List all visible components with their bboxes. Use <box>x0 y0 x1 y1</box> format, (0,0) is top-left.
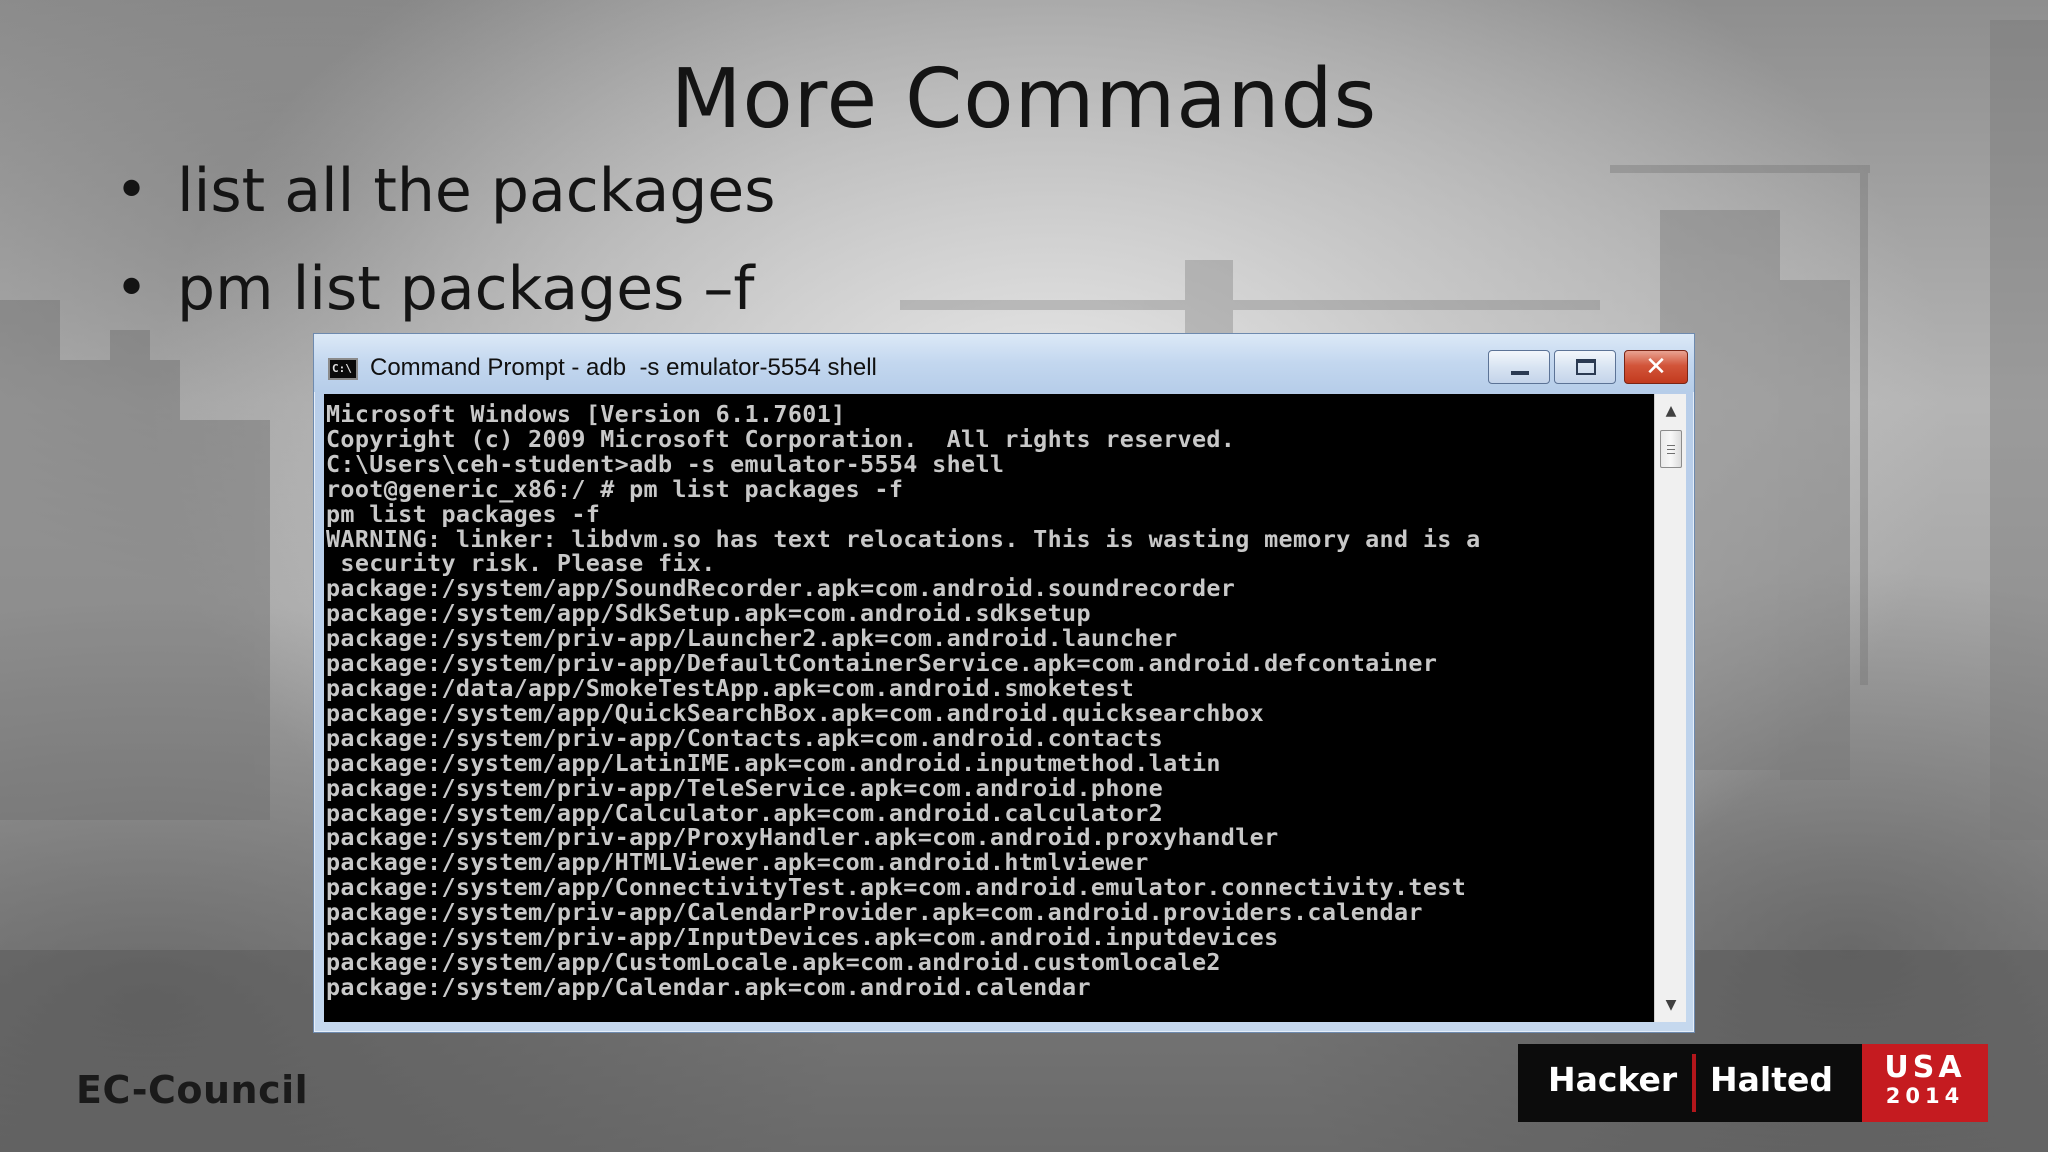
thumb-grip <box>1667 445 1675 446</box>
command-prompt-icon: C:\ <box>328 358 358 380</box>
close-icon: ✕ <box>1645 352 1667 382</box>
minimize-icon <box>1511 371 1529 375</box>
vertical-scrollbar[interactable]: ▲ ▼ <box>1654 394 1686 1022</box>
console-line: package:/system/priv-app/TeleService.apk… <box>326 773 1164 802</box>
scroll-up-icon[interactable]: ▲ <box>1655 396 1687 426</box>
console-line: package:/system/priv-app/Launcher2.apk=c… <box>326 624 1178 653</box>
thumb-grip <box>1667 449 1675 450</box>
console-line: C:\Users\ceh-student>adb -s emulator-555… <box>326 449 1005 478</box>
console-line: package:/system/app/ConnectivityTest.apk… <box>326 873 1467 902</box>
console-line: package:/system/priv-app/DefaultContaine… <box>326 649 1438 678</box>
console-line: pm list packages -f <box>326 499 601 528</box>
bullet-item: • list all the packages <box>115 150 775 248</box>
console-line: package:/system/app/CustomLocale.apk=com… <box>326 947 1221 976</box>
console-line: package:/system/app/SdkSetup.apk=com.and… <box>326 599 1091 628</box>
scroll-thumb[interactable] <box>1660 430 1682 468</box>
bullet-list: • list all the packages • pm list packag… <box>115 150 775 346</box>
console-line: package:/system/app/LatinIME.apk=com.and… <box>326 748 1221 777</box>
bullet-text: pm list packages –f <box>177 254 755 324</box>
logo-year: 2014 <box>1885 1084 1965 1108</box>
bullet-item: • pm list packages –f <box>115 248 775 346</box>
ec-council-logo: EC-Council <box>76 1068 309 1112</box>
logo-word-halted: Halted <box>1710 1060 1833 1099</box>
console-line: package:/system/app/HTMLViewer.apk=com.a… <box>326 848 1149 877</box>
console-output[interactable]: Microsoft Windows [Version 6.1.7601] Cop… <box>324 394 1654 1022</box>
console-line: package:/system/app/QuickSearchBox.apk=c… <box>326 698 1265 727</box>
logo-word-hacker: Hacker <box>1548 1060 1678 1099</box>
bullet-icon: • <box>115 158 149 223</box>
thumb-grip <box>1667 453 1675 454</box>
console-line: package:/system/priv-app/ProxyHandler.ap… <box>326 823 1279 852</box>
console-line: security risk. Please fix. <box>326 549 716 578</box>
console-line: root@generic_x86:/ # pm list packages -f <box>326 474 904 503</box>
console-line: package:/system/app/Calculator.apk=com.a… <box>326 798 1164 827</box>
logo-divider <box>1692 1054 1696 1112</box>
window-title: Command Prompt - adb -s emulator-5554 sh… <box>370 354 877 381</box>
console-line: package:/data/app/SmokeTestApp.apk=com.a… <box>326 673 1135 702</box>
console-line: package:/system/priv-app/CalendarProvide… <box>326 898 1423 927</box>
close-button[interactable]: ✕ <box>1624 350 1688 384</box>
console-line: package:/system/app/SoundRecorder.apk=co… <box>326 574 1236 603</box>
bullet-icon: • <box>115 256 149 321</box>
scroll-down-icon[interactable]: ▼ <box>1655 990 1687 1020</box>
console-line: Copyright (c) 2009 Microsoft Corporation… <box>326 424 1236 453</box>
logo-country: USA <box>1884 1050 1966 1085</box>
slide-title: More Commands <box>670 52 1378 147</box>
console-line: package:/system/priv-app/InputDevices.ap… <box>326 923 1279 952</box>
minimize-button[interactable] <box>1488 350 1550 384</box>
window-titlebar[interactable]: C:\ Command Prompt - adb -s emulator-555… <box>314 334 1694 392</box>
maximize-button[interactable] <box>1554 350 1616 384</box>
logo-badge: USA 2014 <box>1862 1044 1988 1122</box>
command-prompt-window: C:\ Command Prompt - adb -s emulator-555… <box>313 333 1695 1033</box>
console-line: package:/system/priv-app/Contacts.apk=co… <box>326 723 1164 752</box>
bullet-text: list all the packages <box>177 156 776 226</box>
console-line: WARNING: linker: libdvm.so has text relo… <box>326 524 1481 553</box>
console-line: package:/system/app/Calendar.apk=com.and… <box>326 972 1091 1001</box>
maximize-icon <box>1576 359 1596 375</box>
hacker-halted-logo: Hacker Halted USA 2014 <box>1518 1044 1988 1122</box>
console-line: Microsoft Windows [Version 6.1.7601] <box>326 400 846 428</box>
